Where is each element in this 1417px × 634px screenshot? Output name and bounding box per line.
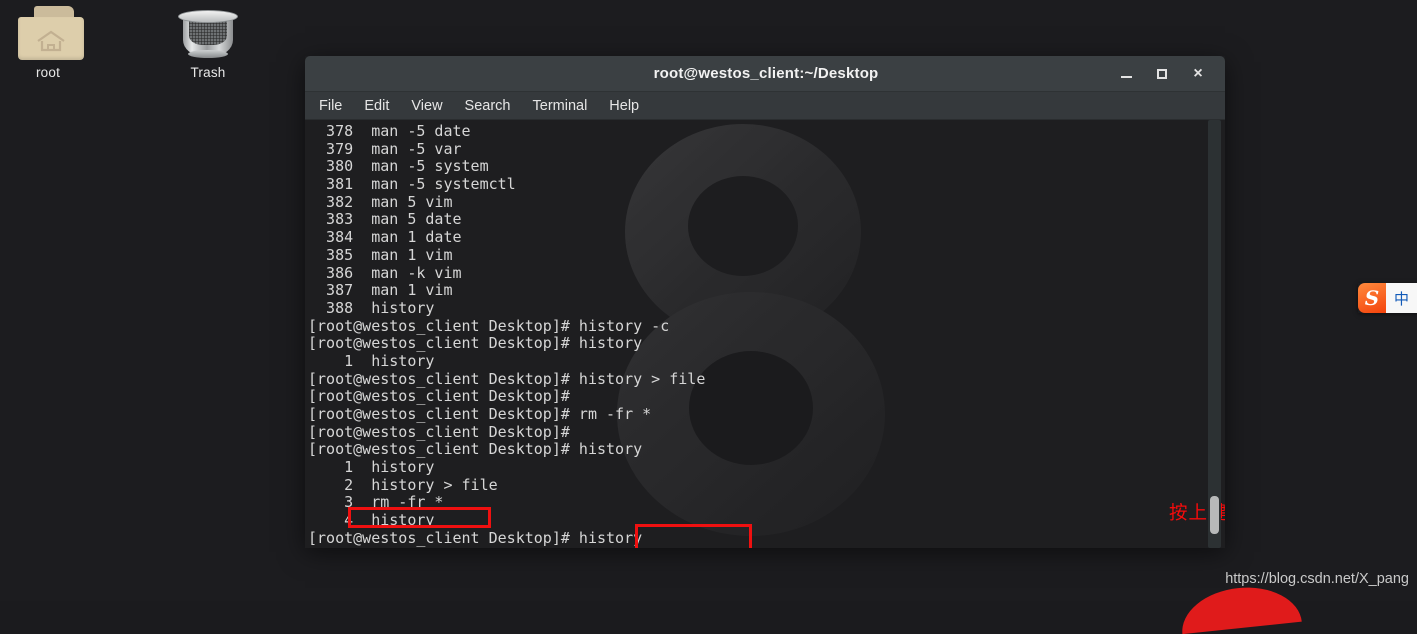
- trash-can-icon: [160, 2, 256, 60]
- minimize-button[interactable]: [1117, 65, 1135, 83]
- terminal-line: 381 man -5 systemctl: [308, 175, 516, 194]
- terminal-scrollbar[interactable]: [1208, 120, 1221, 548]
- terminal-line: 380 man -5 system: [308, 157, 489, 176]
- terminal-line: [root@westos_client Desktop]# history -c: [308, 316, 670, 335]
- terminal-line: [root@westos_client Desktop]# history: [308, 440, 643, 459]
- terminal-line: [root@westos_client Desktop]# history: [308, 528, 643, 547]
- menu-item-help[interactable]: Help: [609, 98, 639, 114]
- menu-bar: File Edit View Search Terminal Help: [305, 92, 1225, 120]
- terminal-line: 1 history: [308, 351, 435, 370]
- desktop-icon-trash[interactable]: Trash: [160, 2, 256, 80]
- terminal-line: 3 rm -fr *: [308, 493, 444, 512]
- watermark-url: https://blog.csdn.net/X_pang: [1225, 571, 1409, 587]
- terminal-line: 2 history > file: [308, 475, 498, 494]
- menu-item-edit[interactable]: Edit: [364, 98, 389, 114]
- terminal-line: [root@westos_client Desktop]#: [308, 387, 570, 406]
- terminal-line: [root@westos_client Desktop]# rm -fr *: [308, 405, 652, 423]
- close-button[interactable]: ×: [1189, 65, 1207, 83]
- terminal-line: 382 man 5 vim: [308, 192, 453, 211]
- home-folder-icon: [0, 2, 96, 60]
- terminal-text: 378 man -5 date 379 man -5 var 380 man -…: [308, 122, 1201, 548]
- close-icon: ×: [1193, 64, 1203, 82]
- desktop-icon-root[interactable]: root: [0, 2, 96, 80]
- terminal-output-area[interactable]: 378 man -5 date 379 man -5 var 380 man -…: [305, 120, 1225, 548]
- desktop-background: root Trash root@westos_client:~/Desktop: [0, 0, 1417, 634]
- terminal-line: 4 history: [308, 511, 435, 530]
- desktop-icon-label: Trash: [190, 65, 226, 80]
- terminal-line: 386 man -k vim: [308, 263, 462, 282]
- menu-item-file[interactable]: File: [319, 98, 342, 114]
- ime-mode-indicator[interactable]: 中: [1386, 283, 1417, 313]
- terminal-line: 383 man 5 date: [308, 210, 462, 229]
- window-controls: ×: [1117, 65, 1225, 83]
- terminal-line: 387 man 1 vim: [308, 281, 453, 300]
- desktop-icon-label: root: [35, 65, 61, 80]
- terminal-line: 378 man -5 date: [308, 122, 471, 140]
- window-titlebar[interactable]: root@westos_client:~/Desktop ×: [305, 56, 1225, 92]
- window-title: root@westos_client:~/Desktop: [653, 65, 879, 82]
- terminal-line: [root@westos_client Desktop]#: [308, 422, 570, 441]
- terminal-window: root@westos_client:~/Desktop × File Edit…: [305, 56, 1225, 548]
- terminal-line: [root@westos_client Desktop]# history > …: [308, 369, 706, 388]
- menu-item-terminal[interactable]: Terminal: [533, 98, 588, 114]
- menu-item-view[interactable]: View: [411, 98, 442, 114]
- terminal-line: 1 history: [308, 458, 435, 477]
- maximize-button[interactable]: [1153, 65, 1171, 83]
- terminal-line: 384 man 1 date: [308, 228, 462, 247]
- sogou-logo-icon[interactable]: S: [1358, 283, 1386, 313]
- red-arc-decoration: [1178, 581, 1302, 634]
- terminal-line: 385 man 1 vim: [308, 245, 453, 264]
- terminal-scrollbar-thumb[interactable]: [1210, 496, 1219, 534]
- terminal-line: [root@westos_client Desktop]# history: [308, 334, 643, 353]
- menu-item-search[interactable]: Search: [465, 98, 511, 114]
- ime-toolbar[interactable]: S 中: [1358, 283, 1417, 313]
- terminal-line: 388 history: [308, 298, 435, 317]
- terminal-line: 379 man -5 var: [308, 139, 462, 158]
